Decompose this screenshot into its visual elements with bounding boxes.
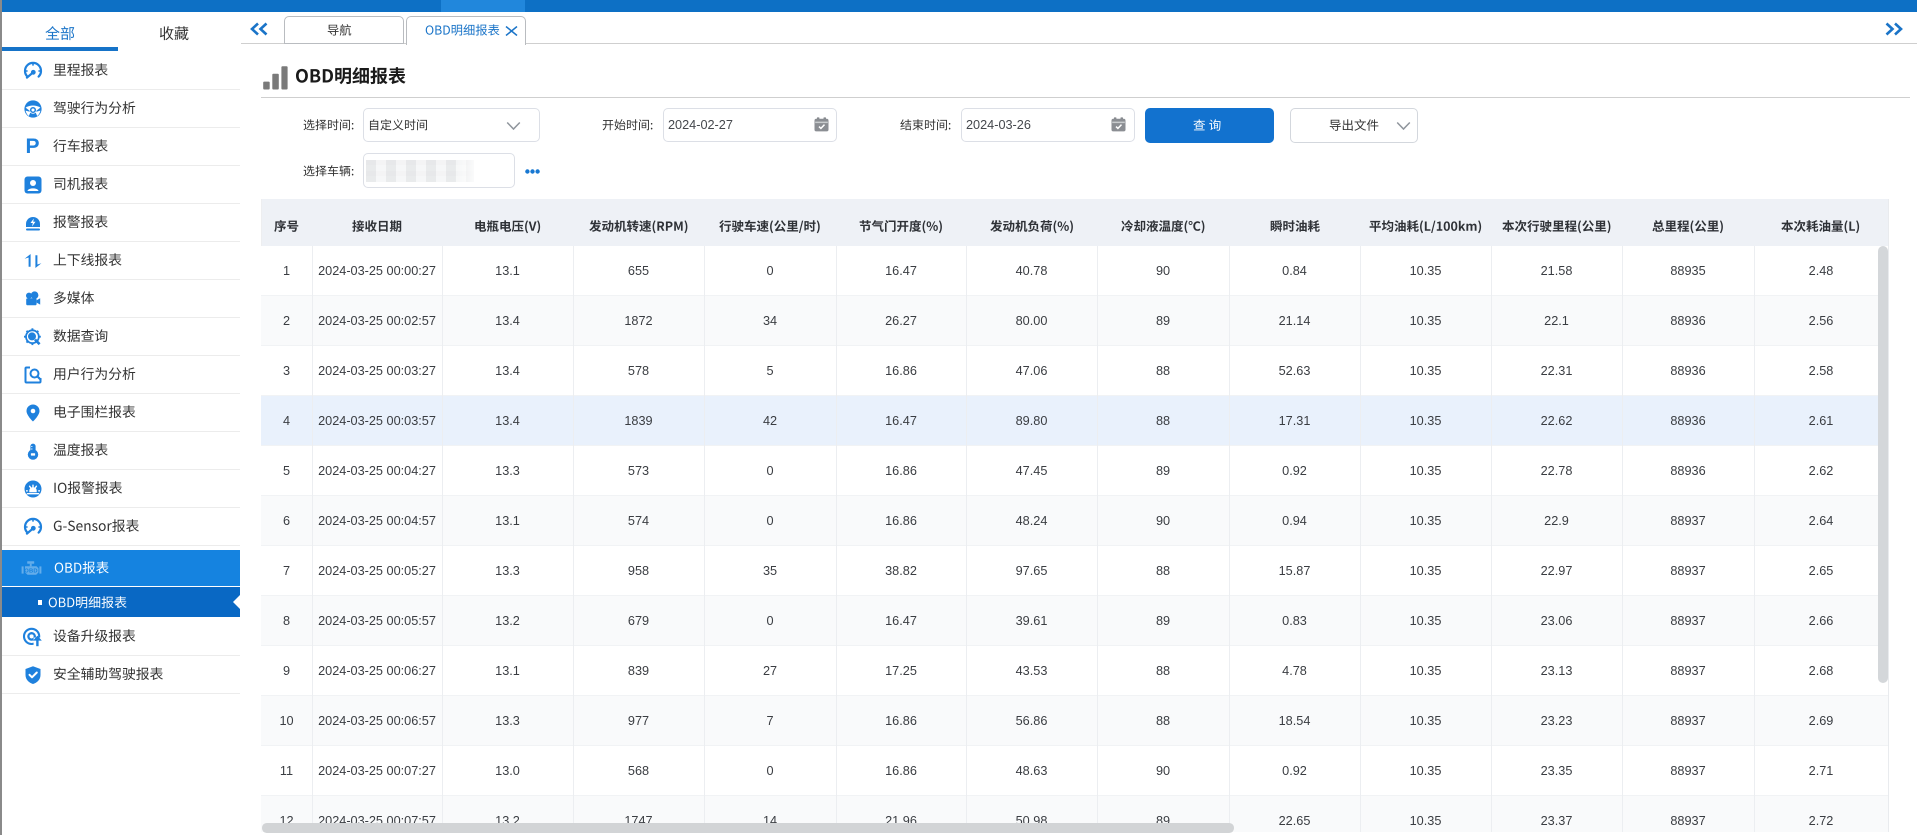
svg-text:OBD: OBD: [24, 568, 37, 574]
